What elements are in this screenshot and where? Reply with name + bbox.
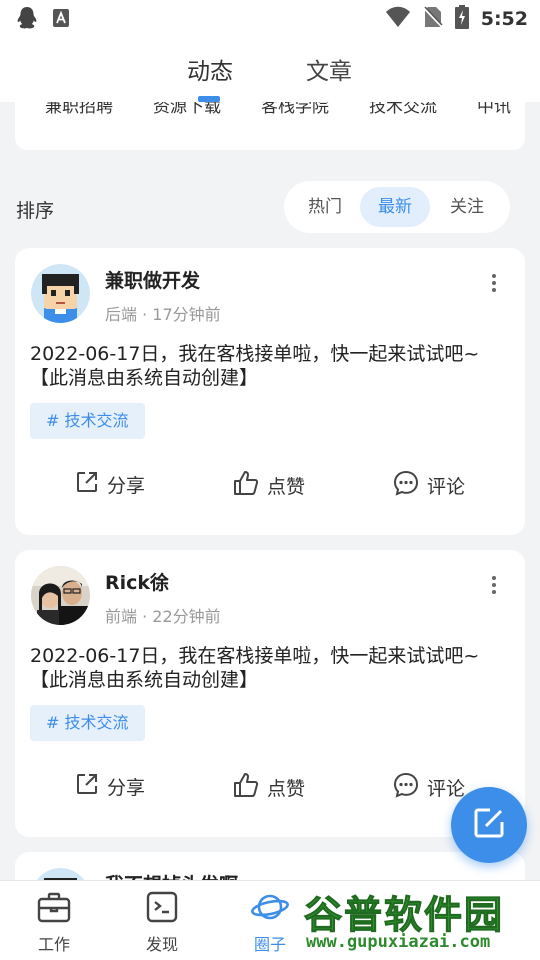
post-meta: 前端 · 22分钟前 xyxy=(105,607,221,626)
author-name[interactable]: 兼职做开发 xyxy=(105,266,200,293)
battery-charging-icon xyxy=(454,5,469,33)
post-tag[interactable]: # 技术交流 xyxy=(30,403,145,439)
sort-option-latest[interactable]: 最新 xyxy=(360,187,430,227)
more-icon[interactable] xyxy=(489,273,499,293)
terminal-icon xyxy=(146,891,178,927)
comment-icon xyxy=(393,470,419,501)
category-item[interactable]: 兼职招聘 xyxy=(45,102,113,117)
clock: 5:52 xyxy=(480,8,528,30)
post-card[interactable]: 兼职做开发 后端 · 17分钟前 2022-06-17日，我在客栈接单啦，快一起… xyxy=(15,248,525,535)
comment-button[interactable]: 评论 xyxy=(393,470,465,501)
wifi-icon xyxy=(385,6,411,32)
thumbs-up-icon xyxy=(233,470,259,501)
watermark: 谷普软件园 www.gupuxiazai.com xyxy=(300,882,540,960)
tab-articles[interactable]: 文章 xyxy=(306,52,352,86)
avatar[interactable] xyxy=(31,566,90,625)
like-button[interactable]: 点赞 xyxy=(233,772,305,803)
edit-icon xyxy=(472,806,506,844)
like-label: 点赞 xyxy=(267,778,306,800)
post-actions: 分享 点赞 评论 xyxy=(15,772,525,804)
watermark-title: 谷普软件园 xyxy=(303,893,505,938)
nav-work-label: 工作 xyxy=(37,935,70,954)
like-label: 点赞 xyxy=(267,476,306,498)
sort-option-following[interactable]: 关注 xyxy=(434,187,500,227)
share-button[interactable]: 分享 xyxy=(75,772,145,801)
tab-dynamic[interactable]: 动态 xyxy=(187,52,233,86)
app-notification-icon xyxy=(52,8,70,32)
nav-discover[interactable]: 发现 xyxy=(122,891,202,955)
post-meta: 后端 · 17分钟前 xyxy=(105,305,221,324)
no-sim-icon xyxy=(423,6,443,32)
avatar[interactable] xyxy=(31,264,90,323)
category-row: 兼职招聘 资源下载 客栈学院 技术交流 中讯 xyxy=(45,102,511,117)
post-content: 2022-06-17日，我在客栈接单啦，快一起来试试吧~【此消息由系统自动创建】 xyxy=(30,343,480,389)
category-item[interactable]: 资源下载 xyxy=(153,102,221,117)
top-tabs: 动态 文章 xyxy=(0,36,540,102)
share-label: 分享 xyxy=(107,777,146,799)
watermark-url: www.gupuxiazai.com xyxy=(306,932,491,952)
thumbs-up-icon xyxy=(233,772,259,803)
comment-button[interactable]: 评论 xyxy=(393,772,465,803)
comment-label: 评论 xyxy=(427,476,466,498)
sort-segmented-control: 热门 最新 关注 xyxy=(284,181,510,233)
category-item[interactable]: 技术交流 xyxy=(369,102,437,117)
nav-work[interactable]: 工作 xyxy=(14,891,94,955)
compose-button[interactable] xyxy=(451,787,527,863)
qq-icon xyxy=(16,6,38,34)
like-button[interactable]: 点赞 xyxy=(233,470,305,501)
category-item[interactable]: 中讯 xyxy=(477,102,511,117)
status-bar: 5:52 xyxy=(0,0,540,36)
post-actions: 分享 点赞 评论 xyxy=(15,470,525,502)
nav-circle-label: 圈子 xyxy=(253,935,286,954)
sort-label: 排序 xyxy=(16,200,55,222)
nav-discover-label: 发现 xyxy=(145,935,178,954)
post-tag[interactable]: # 技术交流 xyxy=(30,705,145,741)
category-item[interactable]: 客栈学院 xyxy=(261,102,329,117)
share-icon xyxy=(75,470,99,499)
post-card[interactable]: Rick徐 前端 · 22分钟前 2022-06-17日，我在客栈接单啦，快一起… xyxy=(15,550,525,837)
comment-label: 评论 xyxy=(427,778,466,800)
share-icon xyxy=(75,772,99,801)
share-button[interactable]: 分享 xyxy=(75,470,145,499)
sort-option-hot[interactable]: 热门 xyxy=(292,187,358,227)
briefcase-icon xyxy=(37,892,71,927)
nav-circle[interactable]: 圈子 xyxy=(230,891,310,955)
more-icon[interactable] xyxy=(489,575,499,595)
share-label: 分享 xyxy=(107,475,146,497)
comment-icon xyxy=(393,772,419,803)
category-card: 兼职招聘 资源下载 客栈学院 技术交流 中讯 xyxy=(15,102,525,150)
post-content: 2022-06-17日，我在客栈接单啦，快一起来试试吧~【此消息由系统自动创建】 xyxy=(30,645,480,691)
author-name[interactable]: Rick徐 xyxy=(105,568,169,595)
planet-icon xyxy=(250,894,290,927)
